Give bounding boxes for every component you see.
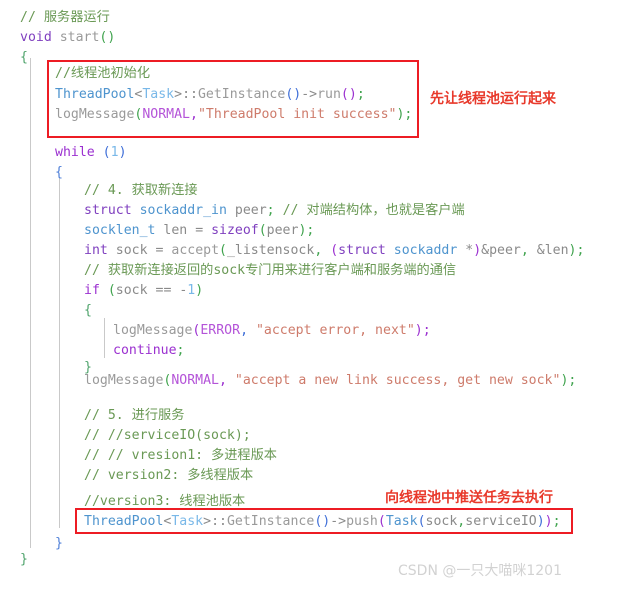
code-line-6: logMessage(NORMAL,"ThreadPool init succe…	[55, 107, 413, 122]
code-line-13: // 获取新连接返回的sock专门用来进行客户端和服务端的通信	[84, 261, 456, 281]
keyword-if: if	[84, 283, 100, 298]
code-line-10: struct sockaddr_in peer; // 对端结构体，也就是客户端	[84, 203, 465, 218]
code-line-12: int sock = accept(_listensock, (struct s…	[84, 243, 585, 258]
keyword-sizeof: sizeof	[211, 223, 259, 238]
annotation-threadpool-push: 向线程池中推送任务去执行	[385, 490, 553, 506]
type-task-2: Task	[171, 514, 204, 529]
call-accept: accept	[171, 243, 220, 258]
comment-version3: //version3: 线程池版本	[84, 494, 246, 509]
csdn-watermark: CSDN @一只大喵咪1201	[398, 563, 562, 579]
type-task: Task	[142, 87, 175, 102]
comment-peer-struct: // 对端结构体，也就是客户端	[282, 203, 465, 218]
var-peer: peer	[234, 203, 267, 218]
code-line-24: //version3: 线程池版本	[84, 492, 245, 512]
var-serviceio: serviceIO	[465, 514, 537, 529]
keyword-int: int	[84, 243, 108, 258]
call-logmessage: logMessage	[55, 107, 135, 122]
annotation-threadpool-init: 先让线程池运行起来	[430, 91, 556, 107]
string-accept-error: "accept error, next"	[255, 323, 415, 338]
brace-close-while: }	[55, 536, 63, 551]
brace-open-function: {	[20, 50, 28, 65]
code-line-23: // version2: 多线程版本	[84, 466, 253, 486]
keyword-struct: struct	[84, 203, 132, 218]
function-start: start	[59, 30, 100, 45]
code-line-14: if (sock == -1)	[84, 283, 204, 298]
code-editor-surface: // 服务器运行 void start() { //线程池初始化 ThreadP…	[0, 0, 627, 593]
call-getinstance: GetInstance	[197, 87, 286, 102]
brace-open-while: {	[55, 165, 63, 180]
comment-serviceio: // //serviceIO(sock);	[84, 428, 251, 443]
code-line-21: // //serviceIO(sock);	[84, 426, 251, 446]
keyword-void: void	[20, 30, 52, 45]
code-line-22: // // vresion1: 多进程版本	[84, 446, 277, 466]
constant-normal-2: NORMAL	[171, 373, 219, 388]
string-threadpool-init-success: "ThreadPool init success"	[197, 107, 397, 122]
var-sock: sock	[115, 243, 148, 258]
call-push: push	[346, 514, 378, 529]
type-sockaddr-in: sockaddr_in	[139, 203, 227, 218]
code-line-11: socklen_t len = sizeof(peer);	[84, 223, 315, 238]
code-line-27: }	[20, 550, 28, 570]
comment-server-run: // 服务器运行	[20, 10, 110, 25]
indent-guide-level-1	[30, 58, 31, 548]
type-task-ctor: Task	[385, 514, 418, 529]
code-line-7: while (1)	[55, 145, 127, 160]
var-listensock: _listensock	[226, 243, 315, 258]
code-line-5: ThreadPool<Task>::GetInstance()->run();	[55, 87, 365, 102]
code-line-19: logMessage(NORMAL, "accept a new link su…	[84, 373, 577, 388]
code-line-17: continue;	[113, 343, 185, 358]
comment-version2: // version2: 多线程版本	[84, 468, 254, 483]
var-len: len	[163, 223, 188, 238]
comment-threadpool-init: //线程池初始化	[55, 66, 151, 81]
keyword-while: while	[55, 145, 95, 160]
code-line-16: logMessage(ERROR, "accept error, next");	[113, 323, 431, 338]
call-logmessage-success: logMessage	[84, 373, 164, 388]
code-line-15: {	[84, 301, 92, 321]
comment-provide-service: // 5. 进行服务	[84, 408, 185, 423]
code-line-3: {	[20, 48, 28, 68]
code-line-2: void start()	[20, 30, 116, 45]
comment-version1: // // vresion1: 多进程版本	[84, 448, 277, 463]
call-getinstance-2: GetInstance	[226, 514, 315, 529]
code-line-25: ThreadPool<Task>::GetInstance()->push(Ta…	[84, 514, 561, 529]
type-sockaddr: sockaddr	[393, 243, 458, 258]
keyword-continue: continue	[113, 343, 177, 358]
call-logmessage-error: logMessage	[113, 323, 193, 338]
type-threadpool: ThreadPool	[55, 87, 135, 102]
code-line-8: {	[55, 163, 63, 183]
number-one: 1	[110, 145, 119, 160]
code-line-1: // 服务器运行	[20, 8, 110, 28]
code-line-26: }	[55, 534, 63, 554]
comment-sock-usage: // 获取新连接返回的sock专门用来进行客户端和服务端的通信	[84, 263, 457, 278]
string-accept-success: "accept a new link success, get new sock…	[234, 373, 561, 388]
brace-open-if: {	[84, 303, 92, 318]
type-socklen-t: socklen_t	[84, 223, 156, 238]
comment-get-new-connection: // 4. 获取新连接	[84, 183, 198, 198]
indent-guide-level-3	[104, 318, 105, 358]
type-threadpool-2: ThreadPool	[84, 514, 164, 529]
indent-guide-level-2	[59, 178, 60, 528]
constant-normal: NORMAL	[142, 107, 190, 122]
code-line-4: //线程池初始化	[55, 64, 150, 84]
brace-close-function: }	[20, 552, 28, 567]
constant-error: ERROR	[200, 323, 241, 338]
call-run: run	[317, 87, 341, 102]
code-line-9: // 4. 获取新连接	[84, 181, 198, 201]
code-line-20: // 5. 进行服务	[84, 406, 184, 426]
